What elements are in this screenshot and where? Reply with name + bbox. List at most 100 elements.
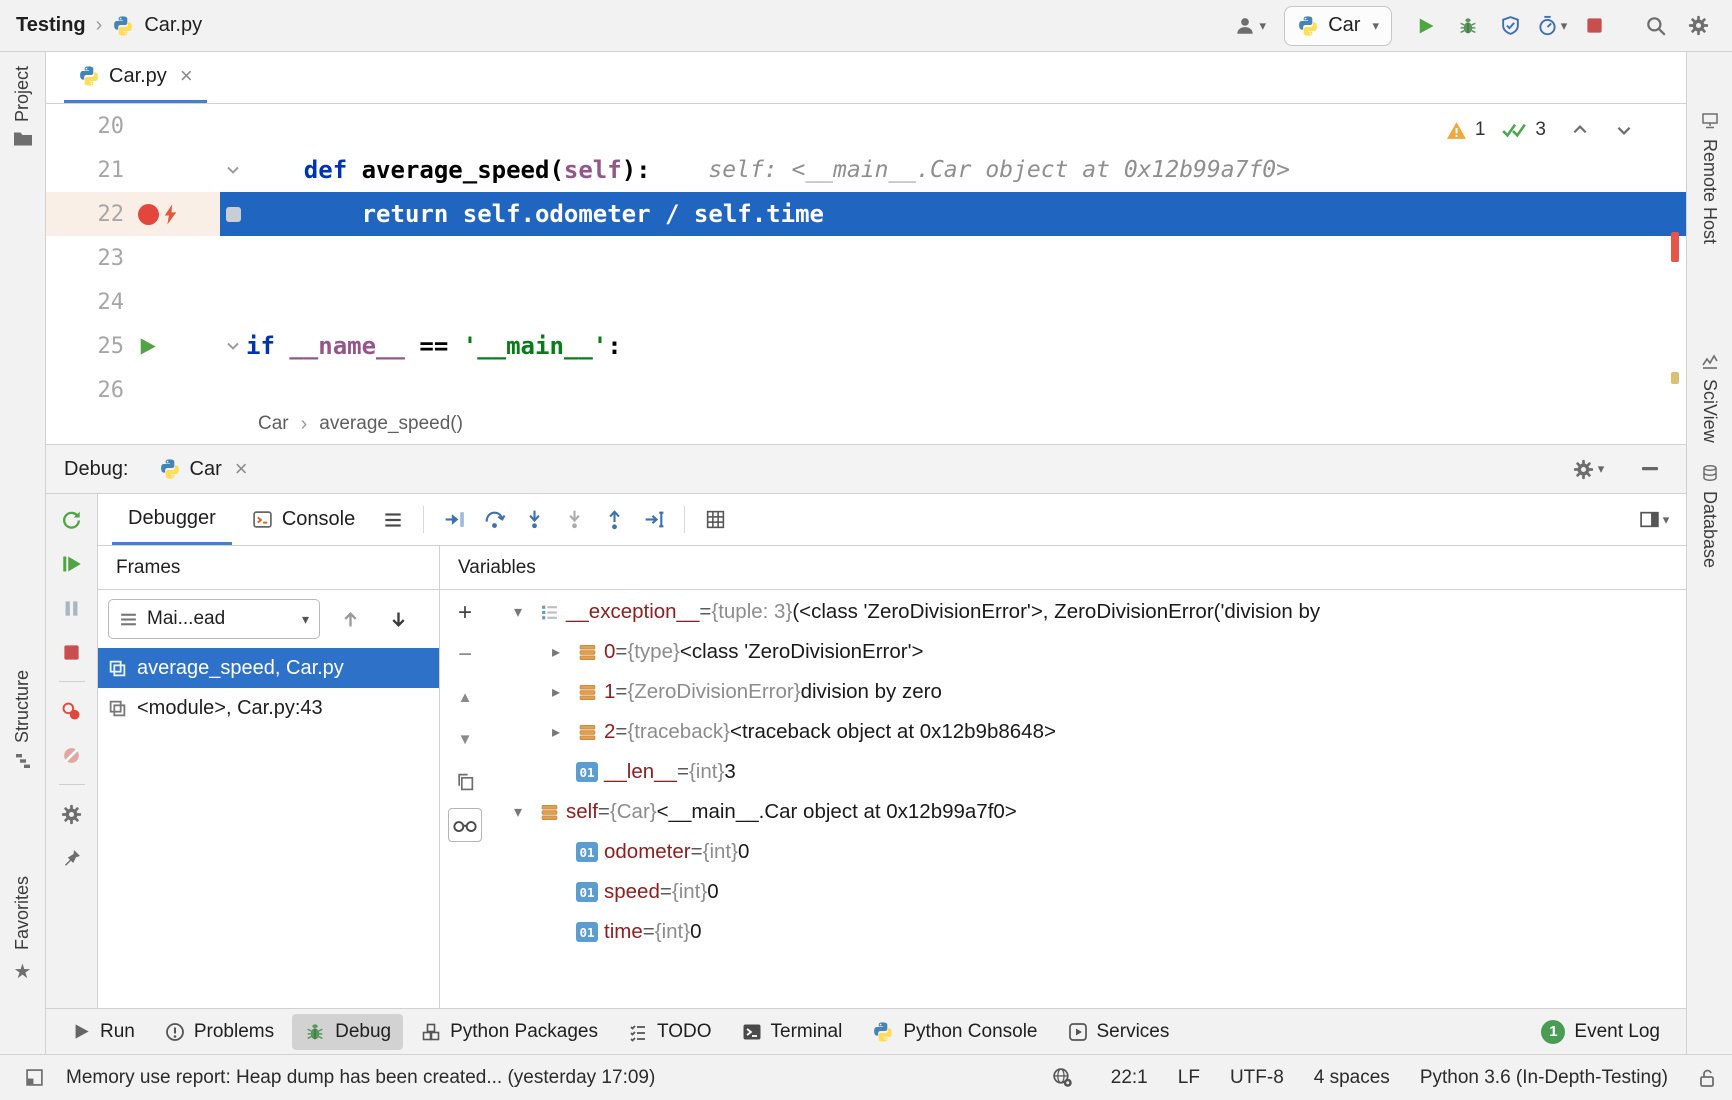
sidebar-item-sciview[interactable]: SciView xyxy=(1687,352,1732,443)
gutter[interactable]: 20 xyxy=(46,104,220,148)
sidebar-item-remote-host[interactable]: Remote Host xyxy=(1687,112,1732,244)
search-everywhere-button[interactable] xyxy=(1638,8,1674,44)
gutter[interactable]: 25 xyxy=(46,324,220,368)
gutter[interactable]: 21 xyxy=(46,148,220,192)
fold-marker[interactable] xyxy=(220,148,246,192)
add-watch-button[interactable]: + xyxy=(448,598,482,628)
debug-button[interactable] xyxy=(1450,8,1486,44)
gutter[interactable]: 23 xyxy=(46,236,220,280)
line-separator-indicator[interactable]: LF xyxy=(1178,1067,1200,1089)
sidebar-item-structure[interactable]: Structure xyxy=(0,670,45,770)
variable-row[interactable]: ▾__exception__ = {tuple: 3} (<class 'Zer… xyxy=(490,592,1686,632)
toolwindow-button-debug[interactable]: Debug xyxy=(292,1014,403,1050)
editor[interactable]: 2021 def average_speed(self): self: <__m… xyxy=(46,104,1686,404)
breadcrumb-method[interactable]: average_speed() xyxy=(319,413,463,435)
code-line-26[interactable]: 26 xyxy=(46,368,1686,404)
debug-session-tab[interactable]: Car × xyxy=(159,458,248,481)
view-breakpoints-button[interactable] xyxy=(54,693,90,729)
fold-marker[interactable] xyxy=(220,192,246,236)
user-menu-button[interactable]: ▾ xyxy=(1232,8,1268,44)
status-message[interactable]: Memory use report: Heap dump has been cr… xyxy=(66,1067,655,1089)
variable-row[interactable]: ▾self = {Car} <__main__.Car object at 0x… xyxy=(490,792,1686,832)
pause-button[interactable] xyxy=(54,590,90,626)
prev-problem-button[interactable] xyxy=(1562,112,1598,148)
frame-row[interactable]: <module>, Car.py:43 xyxy=(98,688,439,728)
chevron-down-icon[interactable]: ▾ xyxy=(502,802,534,822)
hide-toolwindow-button[interactable] xyxy=(1632,451,1668,487)
toolwindow-button-terminal[interactable]: Terminal xyxy=(730,1014,855,1050)
toolwindow-button-python-console[interactable]: Python Console xyxy=(860,1014,1049,1050)
settings-button[interactable] xyxy=(1680,8,1716,44)
toolwindow-button-todo[interactable]: TODO xyxy=(616,1014,724,1050)
chevron-right-icon[interactable]: ▸ xyxy=(540,642,572,662)
gear-globe-icon[interactable] xyxy=(1045,1060,1081,1096)
code-line-22[interactable]: 22 return self.odometer / self.time xyxy=(46,192,1686,236)
toolwindow-button-problems[interactable]: Problems xyxy=(153,1014,286,1050)
show-watches-button[interactable] xyxy=(448,808,482,842)
toolwindow-button-python-packages[interactable]: Python Packages xyxy=(409,1014,610,1050)
sidebar-item-database[interactable]: Database xyxy=(1687,464,1732,568)
fold-marker[interactable] xyxy=(220,324,246,368)
rerun-button[interactable] xyxy=(54,502,90,538)
run-config-select[interactable]: Car ▾ xyxy=(1284,6,1392,46)
next-frame-button[interactable] xyxy=(380,601,416,637)
variable-row[interactable]: 01__len__ = {int} 3 xyxy=(490,752,1686,792)
show-execution-point-button[interactable] xyxy=(436,502,472,538)
variable-row[interactable]: 01speed = {int} 0 xyxy=(490,872,1686,912)
code-line-25[interactable]: 25if __name__ == '__main__': xyxy=(46,324,1686,368)
warning-stripe-mark[interactable] xyxy=(1671,372,1679,384)
pin-tab-button[interactable] xyxy=(54,840,90,876)
duplicate-watch-button[interactable] xyxy=(448,766,482,796)
python-interpreter-indicator[interactable]: Python 3.6 (In-Depth-Testing) xyxy=(1420,1067,1668,1089)
chevron-down-icon[interactable]: ▾ xyxy=(502,602,534,622)
frame-row[interactable]: average_speed, Car.py xyxy=(98,648,439,688)
variable-row[interactable]: 01odometer = {int} 0 xyxy=(490,832,1686,872)
sidebar-item-favorites[interactable]: Favorites ★ xyxy=(0,876,45,984)
run-line-icon[interactable] xyxy=(138,337,157,356)
inspections-widget[interactable]: 1 3 xyxy=(1446,112,1642,148)
step-over-button[interactable] xyxy=(476,502,512,538)
indent-indicator[interactable]: 4 spaces xyxy=(1314,1067,1390,1089)
chevron-right-icon[interactable]: ▸ xyxy=(540,722,572,742)
resume-button[interactable] xyxy=(54,546,90,582)
code-line-23[interactable]: 23 xyxy=(46,236,1686,280)
gutter[interactable]: 24 xyxy=(46,280,220,324)
stop-button[interactable] xyxy=(1576,8,1612,44)
variable-row[interactable]: ▸2 = {traceback} <traceback object at 0x… xyxy=(490,712,1686,752)
close-icon[interactable]: × xyxy=(235,458,248,480)
tab-console[interactable]: Console xyxy=(236,494,371,545)
variable-row[interactable]: 01time = {int} 0 xyxy=(490,912,1686,952)
toolwindow-toggle-icon[interactable] xyxy=(16,1060,52,1096)
tab-car-py[interactable]: Car.py × xyxy=(64,52,207,103)
stop-debug-button[interactable] xyxy=(54,634,90,670)
sidebar-item-project[interactable]: Project xyxy=(0,66,45,147)
thread-selector[interactable]: Mai...ead ▾ xyxy=(108,599,320,639)
toolwindow-settings-button[interactable]: ▾ xyxy=(1570,451,1606,487)
toolwindow-button-services[interactable]: Services xyxy=(1056,1014,1182,1050)
toolwindow-button-event-log[interactable]: 1Event Log xyxy=(1529,1014,1672,1050)
next-problem-button[interactable] xyxy=(1606,112,1642,148)
toolwindow-button-run[interactable]: Run xyxy=(60,1014,147,1050)
gutter[interactable]: 22 xyxy=(46,192,220,236)
force-step-into-button[interactable] xyxy=(556,502,592,538)
tab-debugger[interactable]: Debugger xyxy=(112,494,232,545)
close-icon[interactable]: × xyxy=(180,65,193,87)
layout-settings-button[interactable]: ▾ xyxy=(1636,502,1672,538)
coverage-button[interactable] xyxy=(1492,8,1528,44)
code-line-21[interactable]: 21 def average_speed(self): self: <__mai… xyxy=(46,148,1686,192)
move-watch-down-button[interactable]: ▼ xyxy=(448,724,482,754)
remove-watch-button[interactable]: − xyxy=(448,640,482,670)
file-encoding-indicator[interactable]: UTF-8 xyxy=(1230,1067,1284,1089)
debug-settings-button[interactable] xyxy=(54,796,90,832)
run-to-cursor-button[interactable] xyxy=(636,502,672,538)
project-name[interactable]: Testing xyxy=(16,14,86,37)
step-out-button[interactable] xyxy=(596,502,632,538)
caret-position[interactable]: 22:1 xyxy=(1111,1067,1148,1089)
code-line-20[interactable]: 20 xyxy=(46,104,1686,148)
run-button[interactable] xyxy=(1408,8,1444,44)
breadcrumb-class[interactable]: Car xyxy=(258,413,289,435)
previous-frame-button[interactable] xyxy=(332,601,368,637)
error-stripe-mark[interactable] xyxy=(1671,232,1679,262)
variable-row[interactable]: ▸1 = {ZeroDivisionError} division by zer… xyxy=(490,672,1686,712)
toolbar-file-name[interactable]: Car.py xyxy=(144,14,202,37)
